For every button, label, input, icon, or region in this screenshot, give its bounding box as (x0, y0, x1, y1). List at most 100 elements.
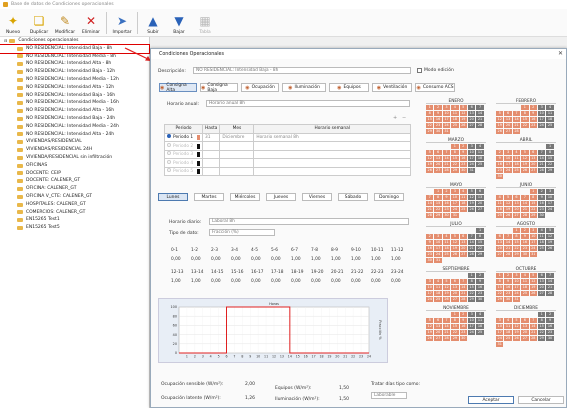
day-cell[interactable]: 6 (459, 234, 467, 239)
day-cell[interactable]: 24 (442, 123, 451, 128)
day-cell[interactable]: 18 (459, 201, 467, 206)
tree-item[interactable]: VIVIENDAS/RESIDENCIAL 24H (0, 146, 149, 154)
day-cell[interactable]: 16 (546, 324, 554, 329)
day-cell[interactable]: 28 (426, 213, 434, 218)
day-cell[interactable]: 23 (529, 123, 537, 128)
day-cell[interactable]: 14 (442, 156, 451, 161)
day-cell[interactable]: 26 (451, 252, 459, 257)
new-button[interactable]: ✦ Nuevo (0, 9, 26, 37)
day-cell[interactable]: 22 (467, 291, 476, 296)
day-cell[interactable]: 29 (546, 168, 554, 173)
day-cell[interactable]: 25 (476, 162, 484, 167)
day-cell[interactable]: 19 (546, 240, 554, 245)
day-cell[interactable]: 4 (451, 105, 459, 110)
day-cell[interactable]: 24 (512, 291, 521, 296)
tree-item[interactable]: NO RESIDENCIAL: Intensidad Baja - 24h (0, 115, 149, 123)
tree-item[interactable]: DOCENTE: CALENER_GT (0, 177, 149, 185)
remove-icon[interactable]: − (402, 115, 406, 121)
day-cell[interactable]: 17 (467, 324, 476, 329)
day-cell[interactable]: 6 (521, 318, 529, 323)
day-cell[interactable]: 30 (537, 213, 546, 218)
day-cell[interactable]: 1 (537, 312, 546, 317)
day-cell[interactable]: 16 (426, 246, 434, 251)
day-cell[interactable]: 10 (434, 240, 442, 245)
cancel-button[interactable]: Cancelar (518, 396, 564, 404)
day-cell[interactable]: 16 (442, 201, 451, 206)
day-button-6[interactable]: Domingo (374, 193, 404, 201)
duplicate-button[interactable]: ❏ Duplicar (26, 9, 52, 37)
day-cell[interactable]: 10 (467, 150, 476, 155)
day-cell[interactable]: 10 (496, 324, 504, 329)
day-cell[interactable]: 24 (451, 207, 459, 212)
day-cell[interactable]: 25 (546, 123, 554, 128)
day-cell[interactable]: 6 (451, 279, 459, 284)
day-cell[interactable]: 23 (504, 291, 512, 296)
day-cell[interactable]: 8 (521, 111, 529, 116)
day-cell[interactable]: 5 (546, 228, 554, 233)
day-cell[interactable]: 14 (537, 156, 546, 161)
day-cell[interactable]: 8 (529, 195, 537, 200)
day-cell[interactable]: 22 (451, 162, 459, 167)
day-cell[interactable]: 10 (537, 111, 546, 116)
hour-value[interactable]: 0,00 (191, 257, 211, 262)
day-cell[interactable]: 22 (512, 246, 521, 251)
day-button-4[interactable]: Viernes (302, 193, 332, 201)
day-cell[interactable]: 18 (512, 162, 521, 167)
day-cell[interactable]: 12 (521, 156, 529, 161)
day-cell[interactable]: 3 (426, 279, 434, 284)
day-cell[interactable]: 23 (521, 246, 529, 251)
day-cell[interactable]: 13 (496, 240, 504, 245)
day-cell[interactable]: 29 (496, 297, 504, 302)
day-cell[interactable]: 28 (537, 168, 546, 173)
day-cell[interactable]: 9 (476, 279, 484, 284)
day-cell[interactable]: 7 (467, 234, 476, 239)
day-cell[interactable]: 17 (467, 156, 476, 161)
hour-value[interactable]: 1,00 (391, 257, 411, 262)
day-cell[interactable]: 1 (521, 105, 529, 110)
day-cell[interactable]: 18 (496, 207, 504, 212)
day-cell[interactable]: 11 (537, 234, 546, 239)
day-cell[interactable]: 4 (434, 279, 442, 284)
day-cell[interactable]: 26 (529, 291, 537, 296)
period-row[interactable]: Periodo 1 31 Diciembre Horario semanal 8h (164, 132, 411, 142)
day-cell[interactable]: 9 (521, 234, 529, 239)
day-cell[interactable]: 15 (467, 285, 476, 290)
day-cell[interactable]: 14 (504, 240, 512, 245)
data-type-select[interactable]: Fracción (%) (209, 229, 275, 236)
day-button-5[interactable]: Sábado (338, 193, 368, 201)
radio-icon[interactable] (167, 151, 171, 156)
day-button-1[interactable]: Martes (194, 193, 224, 201)
day-cell[interactable]: 23 (496, 168, 504, 173)
day-cell[interactable]: 7 (537, 150, 546, 155)
day-cell[interactable]: 15 (426, 117, 434, 122)
day-cell[interactable]: 24 (467, 162, 476, 167)
day-cell[interactable]: 13 (451, 285, 459, 290)
period-row[interactable]: Periodo 4 (164, 158, 411, 168)
day-cell[interactable]: 5 (426, 318, 434, 323)
day-cell[interactable]: 17 (434, 246, 442, 251)
day-cell[interactable]: 9 (426, 240, 434, 245)
day-cell[interactable]: 26 (426, 168, 434, 173)
day-cell[interactable]: 9 (496, 156, 504, 161)
period-until[interactable]: 31 (201, 132, 221, 142)
day-cell[interactable]: 30 (434, 129, 442, 134)
day-cell[interactable]: 12 (529, 279, 537, 284)
period-until[interactable] (201, 166, 221, 176)
day-cell[interactable]: 5 (504, 195, 512, 200)
day-cell[interactable]: 23 (546, 330, 554, 335)
day-cell[interactable]: 26 (521, 168, 529, 173)
tree-item[interactable]: NO RESIDENCIAL: Intensidad Alta - 24h (0, 131, 149, 139)
period-weekly-schedule[interactable] (253, 158, 411, 168)
day-cell[interactable]: 13 (529, 156, 537, 161)
day-cell[interactable]: 12 (546, 234, 554, 239)
tree-item[interactable]: DOCENTE: CEIP (0, 170, 149, 178)
day-cell[interactable]: 22 (546, 162, 554, 167)
day-cell[interactable]: 22 (529, 207, 537, 212)
day-cell[interactable]: 27 (434, 336, 442, 341)
day-cell[interactable]: 26 (426, 336, 434, 341)
day-cell[interactable]: 29 (426, 129, 434, 134)
tree-item[interactable]: OFICINAS (0, 162, 149, 170)
treat-day-types-select[interactable]: Laborable (371, 392, 407, 399)
day-cell[interactable]: 18 (442, 246, 451, 251)
day-cell[interactable]: 3 (434, 234, 442, 239)
